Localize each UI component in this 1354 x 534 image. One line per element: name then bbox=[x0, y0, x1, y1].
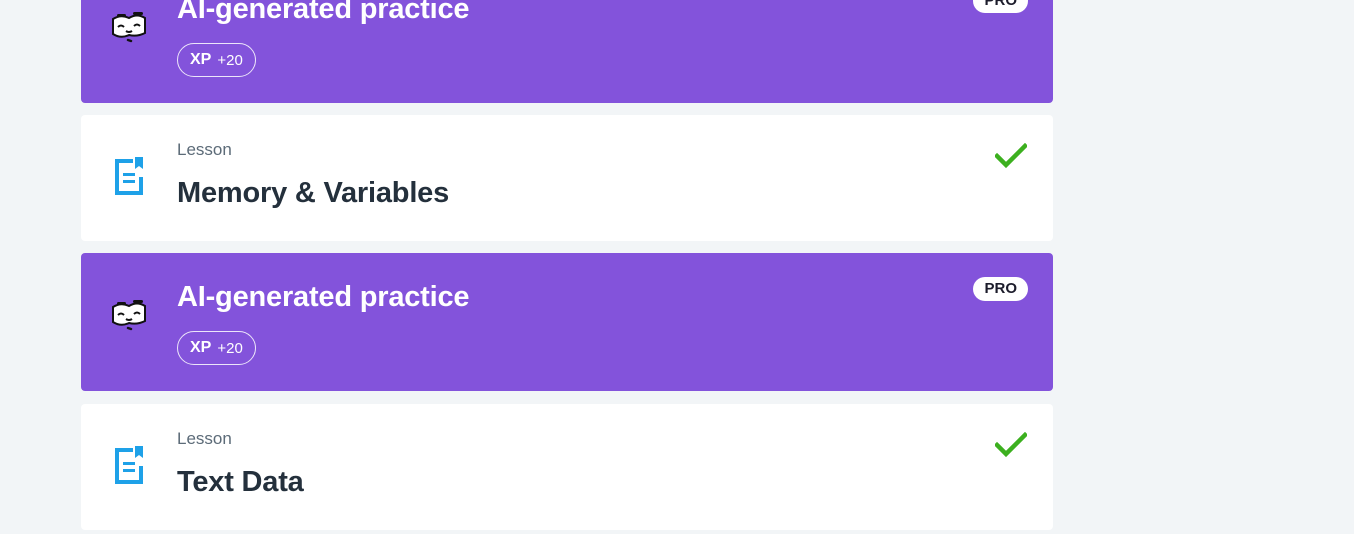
xp-pill: XP +20 bbox=[177, 331, 256, 365]
xp-pill: XP +20 bbox=[177, 43, 256, 77]
lesson-document-icon bbox=[115, 446, 143, 484]
practice-card[interactable]: AI-generated practice XP +20 PRO bbox=[81, 0, 1053, 103]
lesson-title: Memory & Variables bbox=[177, 177, 450, 209]
lesson-card[interactable]: Lesson Memory & Variables bbox=[81, 115, 1053, 241]
completed-check-icon bbox=[995, 143, 1027, 169]
xp-label: XP bbox=[190, 51, 212, 68]
lesson-document-icon bbox=[115, 157, 143, 195]
lesson-kind-label: Lesson bbox=[177, 429, 232, 448]
xp-value: +20 bbox=[217, 51, 243, 69]
lesson-card[interactable]: Lesson Text Data bbox=[81, 404, 1053, 530]
practice-title: AI-generated practice bbox=[177, 281, 470, 313]
lesson-kind-label: Lesson bbox=[177, 140, 232, 159]
ai-mascot-icon bbox=[112, 12, 146, 43]
completed-check-icon bbox=[995, 432, 1027, 458]
xp-label: XP bbox=[190, 339, 212, 356]
ai-mascot-icon bbox=[112, 300, 146, 331]
practice-title: AI-generated practice bbox=[177, 0, 470, 25]
xp-value: +20 bbox=[217, 339, 243, 357]
lesson-title: Text Data bbox=[177, 466, 304, 498]
practice-card[interactable]: AI-generated practice XP +20 PRO bbox=[81, 253, 1053, 391]
pro-badge: PRO bbox=[973, 277, 1028, 301]
pro-badge: PRO bbox=[973, 0, 1028, 13]
